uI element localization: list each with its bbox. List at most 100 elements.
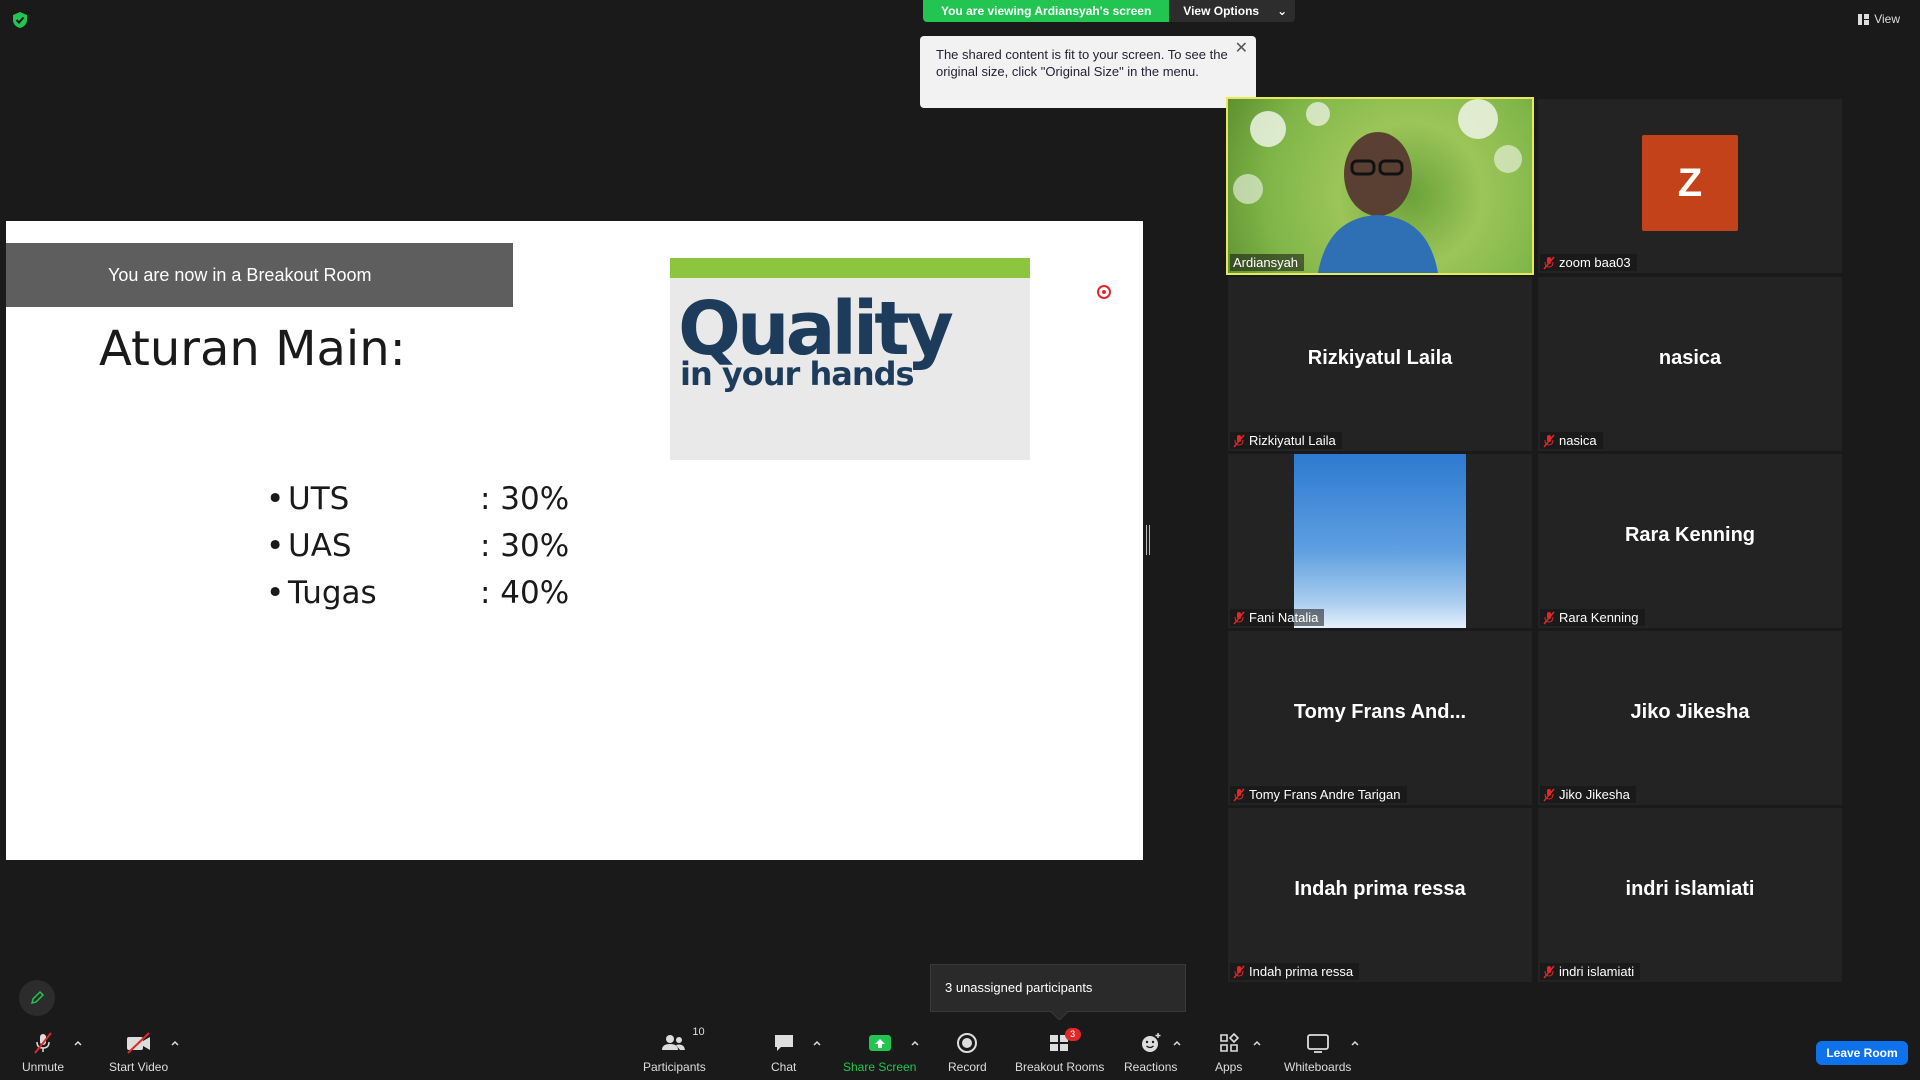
participant-name: Rizkiyatul Laila (1249, 433, 1336, 448)
image-green-bar (670, 258, 1030, 278)
shared-screen-content: You are now in a Breakout Room Aturan Ma… (6, 221, 1143, 860)
view-options-button[interactable]: View Options ⌄ (1169, 0, 1296, 22)
participant-display-name: Indah prima ressa (1294, 878, 1466, 900)
slide-title: Aturan Main: (99, 321, 406, 377)
item-name: UAS (288, 528, 352, 564)
participant-name-tag: Rara Kenning (1540, 609, 1645, 626)
resize-handle[interactable] (1146, 525, 1150, 555)
person-video-icon (1233, 99, 1522, 273)
participant-name: Tomy Frans Andre Tarigan (1249, 787, 1401, 802)
participant-name-tag: Fani Natalia (1230, 609, 1325, 626)
participant-video (1228, 99, 1532, 273)
unmute-button[interactable]: Unmute (22, 1030, 64, 1074)
pencil-icon (30, 990, 45, 1005)
mic-muted-icon (1543, 256, 1555, 269)
whiteboards-label: Whiteboards (1284, 1060, 1352, 1074)
view-label: View (1874, 12, 1900, 26)
tooltip-text: The shared content is fit to your screen… (936, 47, 1228, 79)
participant-name: Indah prima ressa (1249, 964, 1354, 979)
participants-count: 10 (692, 1026, 705, 1038)
security-shield-icon[interactable] (12, 11, 28, 29)
item-value: : 30% (480, 481, 570, 517)
participant-name-tag: indri islamiati (1540, 963, 1641, 980)
list-item: • UAS : 30% (266, 528, 569, 575)
chat-label: Chat (771, 1060, 797, 1074)
chat-button[interactable]: Chat (771, 1030, 796, 1074)
mic-muted-icon (1543, 434, 1555, 447)
participant-name: Jiko Jikesha (1559, 787, 1630, 802)
participant-name: nasica (1559, 433, 1597, 448)
apps-button[interactable]: Apps (1215, 1030, 1242, 1074)
mic-muted-icon (1543, 788, 1555, 801)
participant-name-tag: nasica (1540, 432, 1603, 449)
whiteboards-button[interactable]: Whiteboards (1284, 1030, 1351, 1074)
leave-room-button[interactable]: Leave Room (1816, 1041, 1908, 1065)
chevron-down-icon: ⌄ (1277, 4, 1288, 18)
participant-name-tag: Ardiansyah (1230, 254, 1305, 271)
participants-label: Participants (643, 1060, 706, 1074)
participants-icon (662, 1035, 686, 1050)
image-text-hands: in your hands (680, 355, 915, 393)
item-value: : 30% (480, 528, 570, 564)
list-item: • UTS : 30% (266, 481, 569, 528)
close-icon[interactable]: ✕ (1235, 40, 1248, 57)
reactions-button[interactable]: Reactions (1124, 1030, 1177, 1074)
record-button[interactable]: Record (948, 1030, 987, 1074)
participant-name: Fani Natalia (1249, 610, 1319, 625)
chevron-up-icon[interactable] (73, 1038, 83, 1048)
participant-name-tag: zoom baa03 (1540, 254, 1637, 271)
participant-video (1294, 454, 1466, 628)
video-tile-indri-islamiati[interactable]: indri islamiati indri islamiati (1538, 808, 1842, 982)
participant-display-name: Rara Kenning (1624, 524, 1756, 546)
mic-muted-icon (1233, 965, 1245, 978)
share-screen-button[interactable]: Share Screen (843, 1030, 916, 1074)
annotate-button[interactable] (19, 980, 55, 1016)
participants-button[interactable]: 10 Participants (643, 1026, 706, 1074)
participant-name: indri islamiati (1559, 964, 1635, 979)
apps-label: Apps (1215, 1060, 1243, 1074)
participant-display-name: nasica (1658, 347, 1722, 369)
reactions-label: Reactions (1124, 1060, 1178, 1074)
start-video-button[interactable]: Start Video (109, 1030, 168, 1074)
start-video-label: Start Video (109, 1060, 169, 1074)
video-tile-ardiansyah[interactable]: Ardiansyah (1226, 97, 1534, 275)
view-options-label: View Options (1183, 4, 1260, 18)
mic-muted-icon (1543, 611, 1555, 624)
unmute-label: Unmute (22, 1060, 65, 1074)
chevron-up-icon[interactable] (170, 1038, 180, 1048)
video-tile-nasica[interactable]: nasica nasica (1538, 277, 1842, 451)
chevron-up-icon[interactable] (910, 1038, 920, 1048)
video-off-icon (126, 1032, 150, 1054)
unassigned-participants-popup[interactable]: 3 unassigned participants (930, 964, 1186, 1012)
video-tile-rizkiyatul-laila[interactable]: Rizkiyatul Laila Rizkiyatul Laila (1228, 277, 1532, 451)
grid-view-icon (1858, 13, 1870, 25)
chevron-up-icon[interactable] (1172, 1038, 1182, 1048)
video-tile-fani-natalia[interactable]: Fani Natalia (1228, 454, 1532, 628)
chevron-up-icon[interactable] (812, 1038, 822, 1048)
chevron-up-icon[interactable] (1252, 1038, 1262, 1048)
screen-share-banner: You are viewing Ardiansyah's screen View… (923, 0, 1296, 22)
whiteboard-icon (1306, 1034, 1329, 1053)
chevron-up-icon[interactable] (1350, 1038, 1360, 1048)
view-button[interactable]: View (1858, 12, 1900, 26)
video-tile-zoom-baa03[interactable]: Z zoom baa03 (1538, 99, 1842, 273)
item-value: : 40% (480, 575, 570, 611)
breakout-rooms-button[interactable]: 3 Breakout Rooms (1015, 1028, 1105, 1074)
mic-muted-icon (1233, 788, 1245, 801)
video-tile-rara-kenning[interactable]: Rara Kenning Rara Kenning (1538, 454, 1842, 628)
bullet: • (266, 575, 285, 611)
video-tile-tomy-frans[interactable]: Tomy Frans And... Tomy Frans Andre Tarig… (1228, 631, 1532, 805)
video-tile-indah-prima-ressa[interactable]: Indah prima ressa Indah prima ressa (1228, 808, 1532, 982)
fit-to-screen-tooltip: The shared content is fit to your screen… (920, 36, 1256, 108)
record-label: Record (948, 1060, 987, 1074)
item-name: Tugas (288, 575, 377, 611)
video-tile-jiko-jikesha[interactable]: Jiko Jikesha Jiko Jikesha (1538, 631, 1842, 805)
breakout-rooms-label: Breakout Rooms (1015, 1060, 1105, 1074)
share-screen-label: Share Screen (843, 1060, 917, 1074)
bullet: • (266, 481, 285, 517)
breakout-room-notice: You are now in a Breakout Room (6, 243, 513, 307)
participant-name-tag: Tomy Frans Andre Tarigan (1230, 786, 1407, 803)
viewing-label: You are viewing Ardiansyah's screen (923, 0, 1170, 22)
participant-name-tag: Jiko Jikesha (1540, 786, 1636, 803)
participant-display-name: Tomy Frans And... (1293, 701, 1467, 723)
